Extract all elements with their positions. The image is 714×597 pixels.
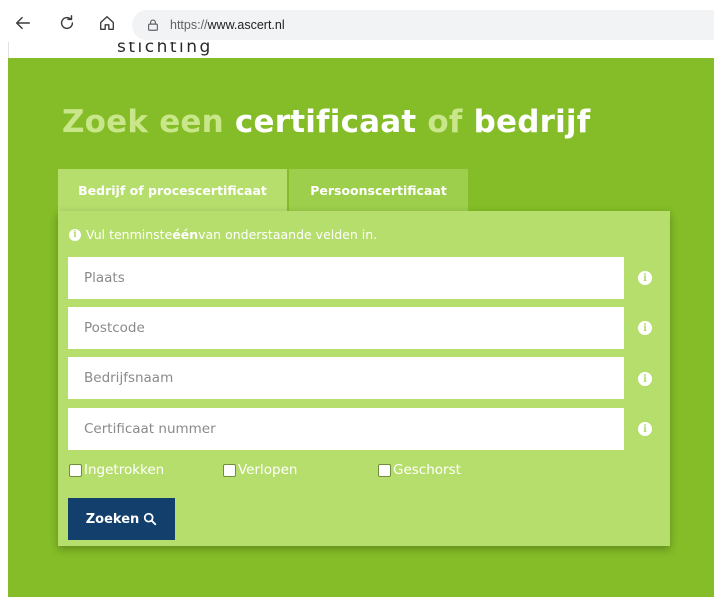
search-button-label: Zoeken	[85, 511, 140, 527]
company-name-info-icon[interactable]: i	[638, 372, 652, 386]
revoked-checkbox[interactable]: Ingetrokken	[69, 462, 164, 478]
address-bar[interactable]: https://www.ascert.nl	[132, 10, 714, 40]
revoked-checkbox-box[interactable]	[69, 463, 82, 477]
hint-text-after: van onderstaande velden in.	[198, 227, 378, 242]
hint-text-before: Vul tenminste	[86, 227, 173, 242]
form-hint: i Vul tenminste één van onderstaande vel…	[69, 227, 377, 242]
search-icon	[144, 512, 157, 526]
suspended-checkbox[interactable]: Geschorst	[378, 462, 461, 478]
arrow-left-icon	[15, 16, 31, 30]
certificate-number-info-icon[interactable]: i	[638, 422, 652, 436]
reload-button[interactable]	[56, 12, 78, 34]
title-part-3: of	[416, 104, 474, 140]
tab-person-certificate[interactable]: Persoonscertificaat	[289, 169, 468, 211]
hint-text-bold: één	[172, 227, 199, 242]
search-hero: Zoek een certificaat of bedrijf Bedrijf …	[8, 58, 714, 597]
expired-checkbox-box[interactable]	[223, 463, 236, 477]
page-title: Zoek een certificaat of bedrijf	[62, 104, 590, 140]
postcode-input[interactable]	[68, 307, 624, 349]
url-host: www.ascert.nl	[207, 18, 285, 32]
search-button[interactable]: Zoeken	[68, 498, 175, 540]
revoked-checkbox-label: Ingetrokken	[84, 462, 165, 478]
search-form: i Vul tenminste één van onderstaande vel…	[58, 211, 670, 546]
lock-icon	[146, 18, 160, 32]
place-info-icon[interactable]: i	[638, 271, 652, 285]
reload-icon	[60, 15, 74, 30]
info-icon: i	[69, 228, 81, 241]
url-protocol: https://	[170, 18, 208, 32]
suspended-checkbox-box[interactable]	[378, 463, 391, 477]
expired-checkbox-label: Verlopen	[238, 462, 298, 478]
title-part-2: certificaat	[234, 104, 417, 140]
back-button[interactable]	[12, 12, 34, 34]
company-name-input[interactable]	[68, 357, 624, 399]
certificate-number-input[interactable]	[68, 408, 624, 450]
suspended-checkbox-label: Geschorst	[393, 462, 461, 478]
postcode-info-icon[interactable]: i	[638, 321, 652, 335]
expired-checkbox[interactable]: Verlopen	[223, 462, 297, 478]
site-header: stichting	[8, 42, 714, 58]
tab-company-certificate[interactable]: Bedrijf of procescertificaat	[58, 169, 287, 212]
place-input[interactable]	[68, 257, 624, 299]
home-icon	[100, 16, 114, 30]
site-logo[interactable]: stichting	[117, 42, 213, 57]
title-part-4: bedrijf	[473, 104, 591, 140]
title-part-1: Zoek een	[62, 104, 235, 140]
home-button[interactable]	[96, 12, 118, 34]
